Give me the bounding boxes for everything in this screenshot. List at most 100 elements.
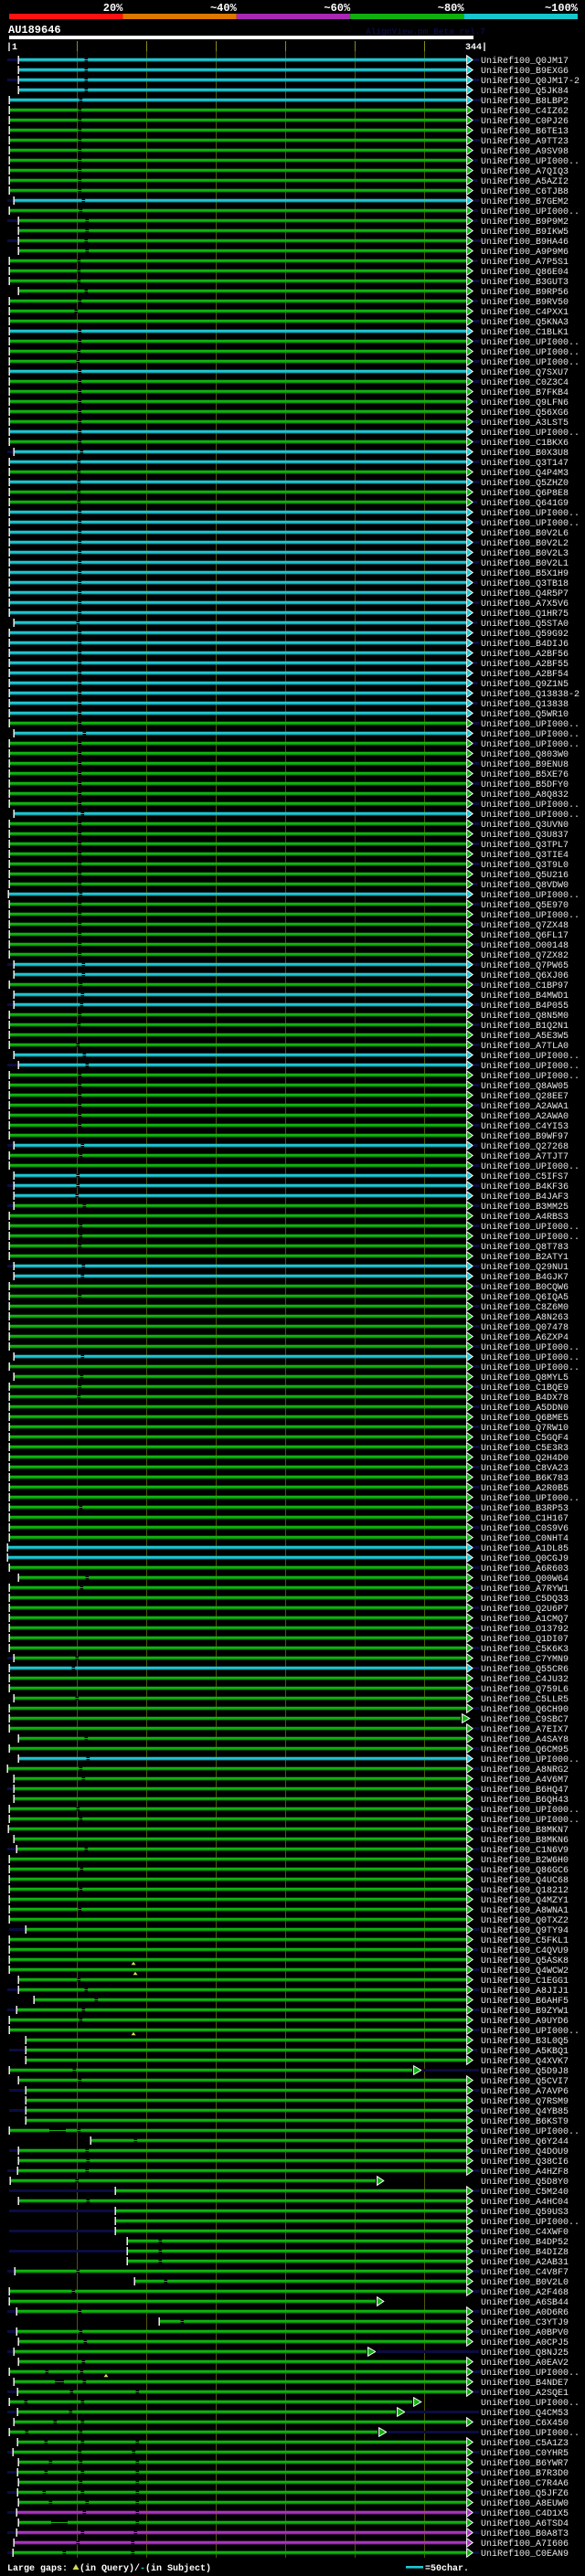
svg-text:UniRef100_UPI000..: UniRef100_UPI000.. — [481, 1362, 580, 1373]
svg-text:UniRef100_UPI000..: UniRef100_UPI000.. — [481, 2368, 580, 2379]
svg-text:UniRef100_Q4CM53: UniRef100_Q4CM53 — [481, 2408, 569, 2419]
svg-text:UniRef100_Q4P4M3: UniRef100_Q4P4M3 — [481, 468, 569, 479]
svg-text:UniRef100_A4RBS3: UniRef100_A4RBS3 — [481, 1212, 569, 1223]
svg-text:UniRef100_UPI000..: UniRef100_UPI000.. — [481, 518, 580, 529]
svg-text:UniRef100_C4XWF0: UniRef100_C4XWF0 — [481, 2227, 569, 2238]
svg-text:UniRef100_B5XE76: UniRef100_B5XE76 — [481, 769, 569, 780]
svg-text:UniRef100_Q5U216: UniRef100_Q5U216 — [481, 870, 569, 881]
svg-text:UniRef100_B6AHF5: UniRef100_B6AHF5 — [481, 1996, 569, 2007]
svg-text:UniRef100_C5A1Z3: UniRef100_C5A1Z3 — [481, 2438, 569, 2449]
svg-text:UniRef100_C1H167: UniRef100_C1H167 — [481, 1513, 569, 1524]
svg-text:UniRef100_B4GJK7: UniRef100_B4GJK7 — [481, 1272, 569, 1283]
svg-text:UniRef100_B4DX78: UniRef100_B4DX78 — [481, 1393, 569, 1404]
svg-text:UniRef100_UPI000..: UniRef100_UPI000.. — [481, 156, 580, 167]
svg-text:UniRef100_UPI000..: UniRef100_UPI000.. — [481, 1222, 580, 1233]
svg-text:UniRef100_A8Q832: UniRef100_A8Q832 — [481, 790, 569, 800]
svg-text:UniRef100_Q0JM17-2: UniRef100_Q0JM17-2 — [481, 76, 580, 87]
svg-text:UniRef100_A8NRG2: UniRef100_A8NRG2 — [481, 1765, 569, 1776]
svg-text:UniRef100_UPI000..: UniRef100_UPI000.. — [481, 910, 580, 921]
svg-text:UniRef100_Q13838-2: UniRef100_Q13838-2 — [481, 689, 580, 700]
svg-text:UniRef100_A2AWA0: UniRef100_A2AWA0 — [481, 1111, 569, 1122]
svg-text:UniRef100_Q5D9J8: UniRef100_Q5D9J8 — [481, 2066, 569, 2077]
svg-text:UniRef100_C5K6K3: UniRef100_C5K6K3 — [481, 1644, 569, 1655]
svg-text:UniRef100_Q1HR75: UniRef100_Q1HR75 — [481, 609, 569, 620]
svg-text:UniRef100_C5DQ33: UniRef100_C5DQ33 — [481, 1594, 569, 1605]
svg-text:UniRef100_B7R3D0: UniRef100_B7R3D0 — [481, 2468, 569, 2479]
svg-text:UniRef100_A8EUW0: UniRef100_A8EUW0 — [481, 2498, 569, 2509]
svg-text:UniRef100_Q1DI07: UniRef100_Q1DI07 — [481, 1634, 569, 1645]
svg-text:UniRef100_B1Q2N1: UniRef100_B1Q2N1 — [481, 1021, 569, 1032]
svg-text:UniRef100_A1CMQ7: UniRef100_A1CMQ7 — [481, 1614, 569, 1625]
svg-text:UniRef100_Q4R5P7: UniRef100_Q4R5P7 — [481, 588, 569, 599]
svg-text:UniRef100_Q7ZX48: UniRef100_Q7ZX48 — [481, 920, 569, 931]
svg-text:UniRef100_C1BP97: UniRef100_C1BP97 — [481, 981, 569, 991]
svg-text:UniRef100_Q28EE7: UniRef100_Q28EE7 — [481, 1091, 569, 1102]
svg-text:UniRef100_B6QH43: UniRef100_B6QH43 — [481, 1795, 569, 1806]
svg-text:(in Query)/: (in Query)/ — [80, 2563, 140, 2574]
svg-text:UniRef100_B9EXG6: UniRef100_B9EXG6 — [481, 66, 569, 77]
svg-text:UniRef100_A5KBQ1: UniRef100_A5KBQ1 — [481, 2046, 569, 2057]
svg-text:UniRef100_A2BF56: UniRef100_A2BF56 — [481, 649, 569, 660]
svg-text:UniRef100_C4PXX1: UniRef100_C4PXX1 — [481, 307, 569, 318]
svg-text:UniRef100_Q4WCW2: UniRef100_Q4WCW2 — [481, 1966, 569, 1977]
svg-text:UniRef100_A4V6M7: UniRef100_A4V6M7 — [481, 1775, 569, 1786]
svg-text:UniRef100_UPI000..: UniRef100_UPI000.. — [481, 2126, 580, 2137]
svg-text:UniRef100_Q2H4D0: UniRef100_Q2H4D0 — [481, 1453, 569, 1464]
svg-text:UniRef100_UPI000..: UniRef100_UPI000.. — [481, 1051, 580, 1062]
svg-text:UniRef100_Q3TB18: UniRef100_Q3TB18 — [481, 578, 569, 589]
svg-text:UniRef100_C4YI53: UniRef100_C4YI53 — [481, 1121, 569, 1132]
svg-text:UniRef100_A6TSD4: UniRef100_A6TSD4 — [481, 2518, 569, 2529]
svg-text:UniRef100_Q59G92: UniRef100_Q59G92 — [481, 629, 569, 640]
svg-text:UniRef100_Q8NJ25: UniRef100_Q8NJ25 — [481, 2348, 569, 2359]
svg-text:UniRef100_Q5CVI7: UniRef100_Q5CVI7 — [481, 2076, 569, 2087]
svg-text:UniRef100_B8LBP2: UniRef100_B8LBP2 — [481, 96, 569, 107]
svg-text:UniRef100_B2ATY1: UniRef100_B2ATY1 — [481, 1252, 569, 1263]
svg-text:UniRef100_Q2U6P7: UniRef100_Q2U6P7 — [481, 1604, 569, 1615]
svg-text:UniRef100_Q7RW10: UniRef100_Q7RW10 — [481, 1423, 569, 1434]
svg-text:UniRef100_O00148: UniRef100_O00148 — [481, 940, 569, 951]
svg-text:UniRef100_Q5ASK8: UniRef100_Q5ASK8 — [481, 1956, 569, 1966]
svg-text:UniRef100_Q6BME5: UniRef100_Q6BME5 — [481, 1413, 569, 1424]
svg-text:UniRef100_C6TJB8: UniRef100_C6TJB8 — [481, 186, 569, 197]
svg-text:UniRef100_UPI000..: UniRef100_UPI000.. — [481, 357, 580, 368]
svg-text:UniRef100_B4NDE7: UniRef100_B4NDE7 — [481, 2378, 569, 2389]
svg-text:UniRef100_Q641G9: UniRef100_Q641G9 — [481, 498, 569, 509]
svg-text:UniRef100_B0V2L3: UniRef100_B0V2L3 — [481, 548, 569, 559]
svg-text:UniRef100_Q6IQA5: UniRef100_Q6IQA5 — [481, 1292, 569, 1303]
svg-text:UniRef100_Q3T147: UniRef100_Q3T147 — [481, 458, 569, 469]
svg-text:UniRef100_A0CPJ5: UniRef100_A0CPJ5 — [481, 2337, 569, 2348]
svg-text:UniRef100_Q07478: UniRef100_Q07478 — [481, 1322, 569, 1333]
svg-text:AU189646: AU189646 — [8, 24, 61, 37]
svg-text:UniRef100_UPI000..: UniRef100_UPI000.. — [481, 2428, 580, 2439]
svg-text:UniRef100_B4DIJ6: UniRef100_B4DIJ6 — [481, 639, 569, 650]
svg-text:UniRef100_A5E3W5: UniRef100_A5E3W5 — [481, 1031, 569, 1042]
svg-text:UniRef100_B4MWD1: UniRef100_B4MWD1 — [481, 991, 569, 1002]
svg-text:UniRef100_B4JAF3: UniRef100_B4JAF3 — [481, 1192, 569, 1203]
svg-text:UniRef100_C1BQE9: UniRef100_C1BQE9 — [481, 1383, 569, 1394]
svg-text:UniRef100_A6R603: UniRef100_A6R603 — [481, 1564, 569, 1574]
svg-text:UniRef100_B0A8T3: UniRef100_B0A8T3 — [481, 2528, 569, 2539]
svg-text:UniRef100_A2R0B5: UniRef100_A2R0B5 — [481, 1483, 569, 1494]
svg-text:UniRef100_B0V2L2: UniRef100_B0V2L2 — [481, 538, 569, 549]
svg-text:UniRef100_Q0TXZ2: UniRef100_Q0TXZ2 — [481, 1915, 569, 1926]
svg-text:UniRef100_Q6CM95: UniRef100_Q6CM95 — [481, 1744, 569, 1755]
svg-text:UniRef100_UPI000..: UniRef100_UPI000.. — [481, 890, 580, 901]
svg-text:UniRef100_UPI000..: UniRef100_UPI000.. — [481, 2217, 580, 2228]
svg-text:UniRef100_B8MKN7: UniRef100_B8MKN7 — [481, 1825, 569, 1836]
svg-text:UniRef100_A8N263: UniRef100_A8N263 — [481, 1312, 569, 1323]
svg-text:UniRef100_A2BF55: UniRef100_A2BF55 — [481, 659, 569, 670]
svg-text:UniRef100_C5LLR5: UniRef100_C5LLR5 — [481, 1694, 569, 1705]
svg-text:UniRef100_Q4DOU9: UniRef100_Q4DOU9 — [481, 2147, 569, 2157]
svg-text:~40%: ~40% — [210, 2, 238, 15]
svg-text:UniRef100_C0Z3C4: UniRef100_C0Z3C4 — [481, 377, 569, 388]
svg-text:UniRef100_B0X3U8: UniRef100_B0X3U8 — [481, 448, 569, 459]
svg-text:UniRef100_UPI000..: UniRef100_UPI000.. — [481, 337, 580, 348]
svg-text:UniRef100_A8JIJ1: UniRef100_A8JIJ1 — [481, 1986, 569, 1997]
svg-text:UniRef100_B8MKN6: UniRef100_B8MKN6 — [481, 1835, 569, 1846]
svg-text:UniRef100_C0S9V6: UniRef100_C0S9V6 — [481, 1523, 569, 1534]
svg-text:UniRef100_Q5STA0: UniRef100_Q5STA0 — [481, 619, 569, 630]
svg-text:UniRef100_Q5JK84: UniRef100_Q5JK84 — [481, 86, 569, 97]
svg-text:UniRef100_C4QVU9: UniRef100_C4QVU9 — [481, 1945, 569, 1956]
svg-text:UniRef100_UPI000..: UniRef100_UPI000.. — [481, 428, 580, 439]
svg-text:UniRef100_UPI000..: UniRef100_UPI000.. — [481, 810, 580, 821]
